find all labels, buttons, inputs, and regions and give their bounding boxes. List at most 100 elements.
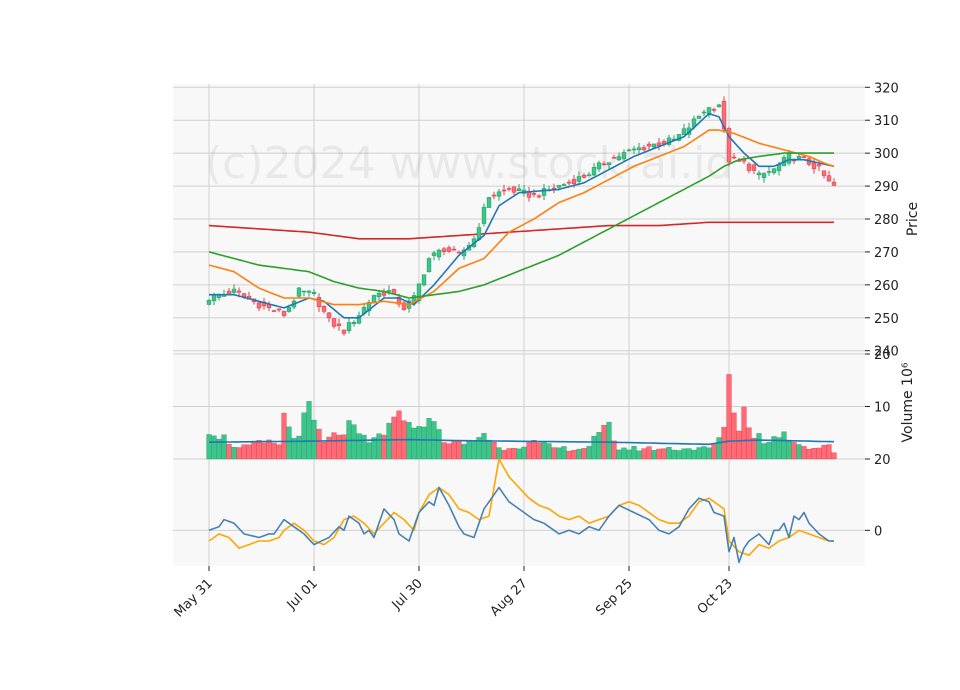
price_panel-tick-label: 270	[874, 246, 899, 261]
candle-body	[786, 153, 792, 164]
volume-bar	[671, 449, 677, 460]
volume-bar	[621, 447, 627, 460]
volume-bar	[576, 448, 582, 460]
candle-body	[756, 172, 762, 176]
volume-bar	[481, 433, 487, 460]
volume-bar	[821, 444, 827, 460]
volume-axis-title: Volume 10⁶	[900, 362, 916, 442]
volume-bar	[306, 401, 312, 460]
volume-bar	[356, 433, 362, 460]
candle-body	[256, 302, 262, 309]
volume-bar	[731, 412, 737, 460]
volume-bar	[711, 443, 717, 460]
candle-body	[811, 162, 817, 170]
volume-bar	[316, 428, 322, 460]
volume-bar	[281, 412, 287, 460]
candle-body	[441, 248, 447, 252]
volume-bar	[421, 426, 427, 460]
volume-bar	[551, 447, 557, 460]
volume-bar	[411, 427, 417, 460]
chart-canvas: (c)2024 www.stock-ai.id May 31 Jul 01 Jul …	[172, 81, 921, 620]
volume-bar	[246, 444, 252, 460]
volume_panel-tick-label: 10	[874, 401, 891, 416]
volume-bar	[546, 443, 552, 460]
candle-body	[281, 311, 287, 316]
volume-bar	[466, 441, 472, 460]
volume-bar	[831, 452, 837, 460]
volume-bar	[386, 422, 392, 460]
candle-body	[496, 191, 502, 197]
volume-bar	[761, 443, 767, 460]
volume-bar	[591, 435, 597, 460]
volume-bar	[681, 448, 687, 460]
volume-bar	[816, 447, 822, 460]
candle-body	[271, 310, 277, 312]
x-tick-label: Jul 01	[284, 576, 321, 613]
volume-bar	[276, 444, 282, 460]
candle-body	[456, 251, 462, 254]
volume-bar	[256, 440, 262, 460]
volume-bar	[566, 450, 572, 460]
candle-body	[621, 152, 627, 160]
volume-bar	[331, 432, 337, 460]
volume-bar	[456, 440, 462, 460]
volume-bar	[656, 448, 662, 460]
volume-bar	[751, 437, 757, 460]
volume-bar	[631, 445, 637, 460]
volume-bar	[231, 446, 237, 460]
volume-bar	[701, 446, 707, 460]
candle-body	[211, 294, 217, 302]
volume-bar	[571, 450, 577, 460]
candle-body	[636, 147, 642, 151]
volume-bar	[251, 440, 257, 460]
candle-body	[376, 292, 382, 298]
volume-bar	[341, 434, 347, 460]
volume-bar	[516, 448, 522, 460]
macd_panel-tick-label: 20	[874, 453, 891, 468]
volume-bar	[461, 444, 467, 460]
candle-body	[556, 185, 562, 188]
volume-bar	[381, 434, 387, 460]
volume-bar	[741, 406, 747, 460]
candle-body	[431, 252, 437, 256]
candle-body	[706, 107, 712, 114]
volume-bar	[636, 450, 642, 460]
candle-body	[561, 184, 567, 186]
candle-body	[371, 295, 377, 303]
volume-bar	[261, 442, 267, 460]
volume-bar	[311, 419, 317, 460]
candle-body	[531, 193, 537, 195]
candle-body	[436, 249, 442, 258]
candle-body	[336, 323, 342, 327]
candle-body	[816, 164, 822, 167]
x-tick-label: Oct 23	[695, 576, 736, 617]
candle-body	[481, 206, 487, 224]
candle-body	[296, 287, 302, 297]
volume-bar	[651, 450, 657, 460]
candle-body	[326, 312, 332, 319]
candle-body	[746, 163, 752, 171]
candle-body	[511, 186, 517, 193]
candle-body	[591, 166, 597, 176]
candle-body	[331, 318, 337, 327]
price_panel-tick-label: 250	[874, 312, 899, 327]
candle-body	[701, 111, 707, 114]
candle-body	[606, 162, 612, 166]
volume-bar	[391, 416, 397, 460]
price_panel-tick-label: 310	[874, 114, 899, 129]
volume-bar	[646, 446, 652, 460]
volume-bar	[286, 426, 292, 460]
volume_panel-tick-label: 20	[874, 348, 891, 363]
candle-body	[536, 195, 542, 198]
volume-bar	[491, 442, 497, 460]
x-tick-label: May 31	[172, 576, 216, 620]
candle-body	[351, 322, 357, 324]
volume-bar	[616, 449, 622, 460]
volume-bar	[796, 444, 802, 460]
candle-body	[796, 156, 802, 159]
candle-body	[761, 173, 767, 179]
volume-bar	[606, 421, 612, 460]
price_panel-tick-label: 260	[874, 279, 899, 294]
volume-bar	[446, 443, 452, 460]
candle-body	[581, 175, 587, 178]
